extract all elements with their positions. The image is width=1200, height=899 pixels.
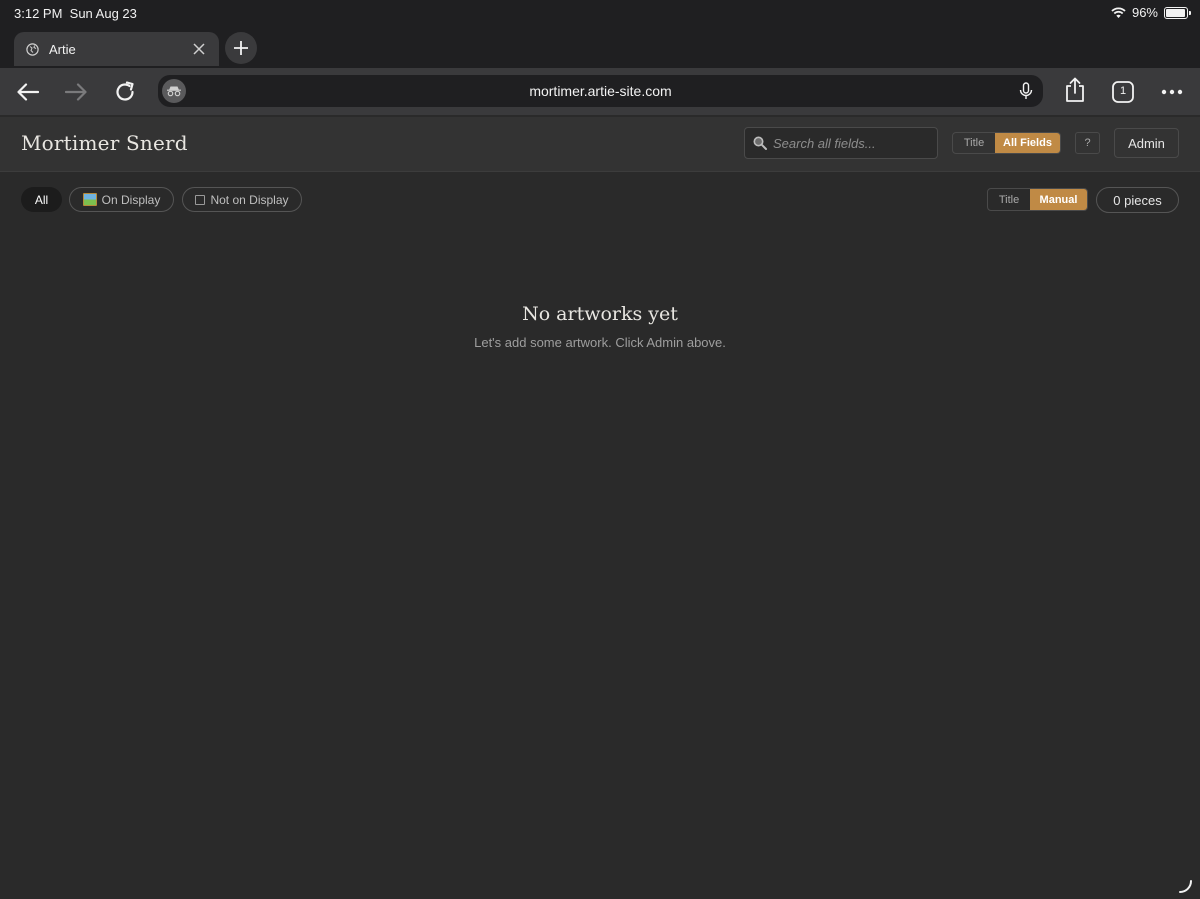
filter-on-display-button[interactable]: On Display bbox=[69, 187, 174, 212]
filter-not-on-display-label: Not on Display bbox=[210, 192, 289, 207]
site-title[interactable]: Mortimer Snerd bbox=[21, 131, 188, 155]
search-icon bbox=[753, 136, 767, 150]
battery-icon bbox=[1164, 6, 1191, 19]
globe-icon bbox=[26, 42, 39, 56]
app-header: Mortimer Snerd Title All Fields ? Admin bbox=[0, 117, 1200, 172]
admin-button[interactable]: Admin bbox=[1114, 128, 1179, 158]
empty-state-message: Let's add some artwork. Click Admin abov… bbox=[474, 335, 726, 350]
more-button[interactable] bbox=[1158, 78, 1186, 106]
piece-count: 0 pieces bbox=[1096, 187, 1179, 213]
help-button[interactable]: ? bbox=[1075, 132, 1100, 154]
status-bar: 3:12 PM Sun Aug 23 96% bbox=[0, 0, 1200, 28]
search-input[interactable] bbox=[773, 135, 933, 151]
empty-state-title: No artworks yet bbox=[522, 303, 678, 325]
status-indicators: 96% bbox=[1111, 5, 1191, 20]
scope-title-option[interactable]: Title bbox=[953, 133, 995, 153]
share-icon bbox=[1066, 77, 1084, 102]
tab-count: 1 bbox=[1119, 85, 1127, 97]
url-text: mortimer.artie-site.com bbox=[529, 83, 672, 99]
time-text: 3:12 PM bbox=[14, 6, 63, 21]
forward-button[interactable] bbox=[62, 78, 90, 106]
sort-manual-option[interactable]: Manual bbox=[1030, 189, 1087, 210]
tabs-overview-button[interactable]: 1 bbox=[1109, 78, 1137, 106]
arrow-right-icon bbox=[65, 83, 87, 101]
wifi-icon bbox=[1111, 6, 1126, 18]
reload-icon bbox=[116, 81, 134, 101]
filter-all-label: All bbox=[34, 192, 49, 207]
new-tab-button[interactable] bbox=[225, 32, 257, 64]
arrow-left-icon bbox=[17, 83, 39, 101]
share-button[interactable] bbox=[1061, 76, 1089, 104]
scope-all-fields-option[interactable]: All Fields bbox=[995, 133, 1060, 153]
filter-not-on-display-button[interactable]: Not on Display bbox=[182, 187, 302, 212]
browser-toolbar: mortimer.artie-site.com 1 bbox=[0, 68, 1200, 116]
empty-square-icon bbox=[195, 194, 206, 205]
tab-strip: Artie bbox=[0, 28, 1200, 68]
resize-handle-icon[interactable] bbox=[1178, 879, 1192, 893]
filter-all-button[interactable]: All bbox=[21, 187, 62, 212]
sort-title-option[interactable]: Title bbox=[988, 189, 1030, 210]
close-tab-button[interactable] bbox=[191, 41, 207, 57]
address-bar[interactable]: mortimer.artie-site.com bbox=[158, 75, 1043, 107]
framed-picture-icon bbox=[82, 193, 97, 206]
search-scope-toggle: Title All Fields bbox=[952, 132, 1061, 154]
close-icon bbox=[193, 43, 205, 55]
filter-on-display-label: On Display bbox=[101, 192, 161, 207]
plus-icon bbox=[234, 41, 248, 55]
battery-percent: 96% bbox=[1131, 5, 1158, 20]
back-button[interactable] bbox=[14, 78, 42, 106]
tab-title: Artie bbox=[49, 41, 76, 57]
microphone-button[interactable] bbox=[1017, 81, 1035, 101]
ellipsis-icon bbox=[1161, 89, 1183, 95]
status-time: 3:12 PM Sun Aug 23 bbox=[14, 6, 137, 21]
search-box[interactable] bbox=[744, 127, 938, 159]
browser-tab[interactable]: Artie bbox=[14, 32, 219, 66]
sort-toggle: Title Manual bbox=[987, 188, 1088, 211]
battery-level bbox=[1166, 8, 1186, 17]
date-text: Sun Aug 23 bbox=[69, 6, 137, 21]
reload-button[interactable] bbox=[111, 78, 139, 106]
microphone-icon bbox=[1019, 82, 1033, 99]
